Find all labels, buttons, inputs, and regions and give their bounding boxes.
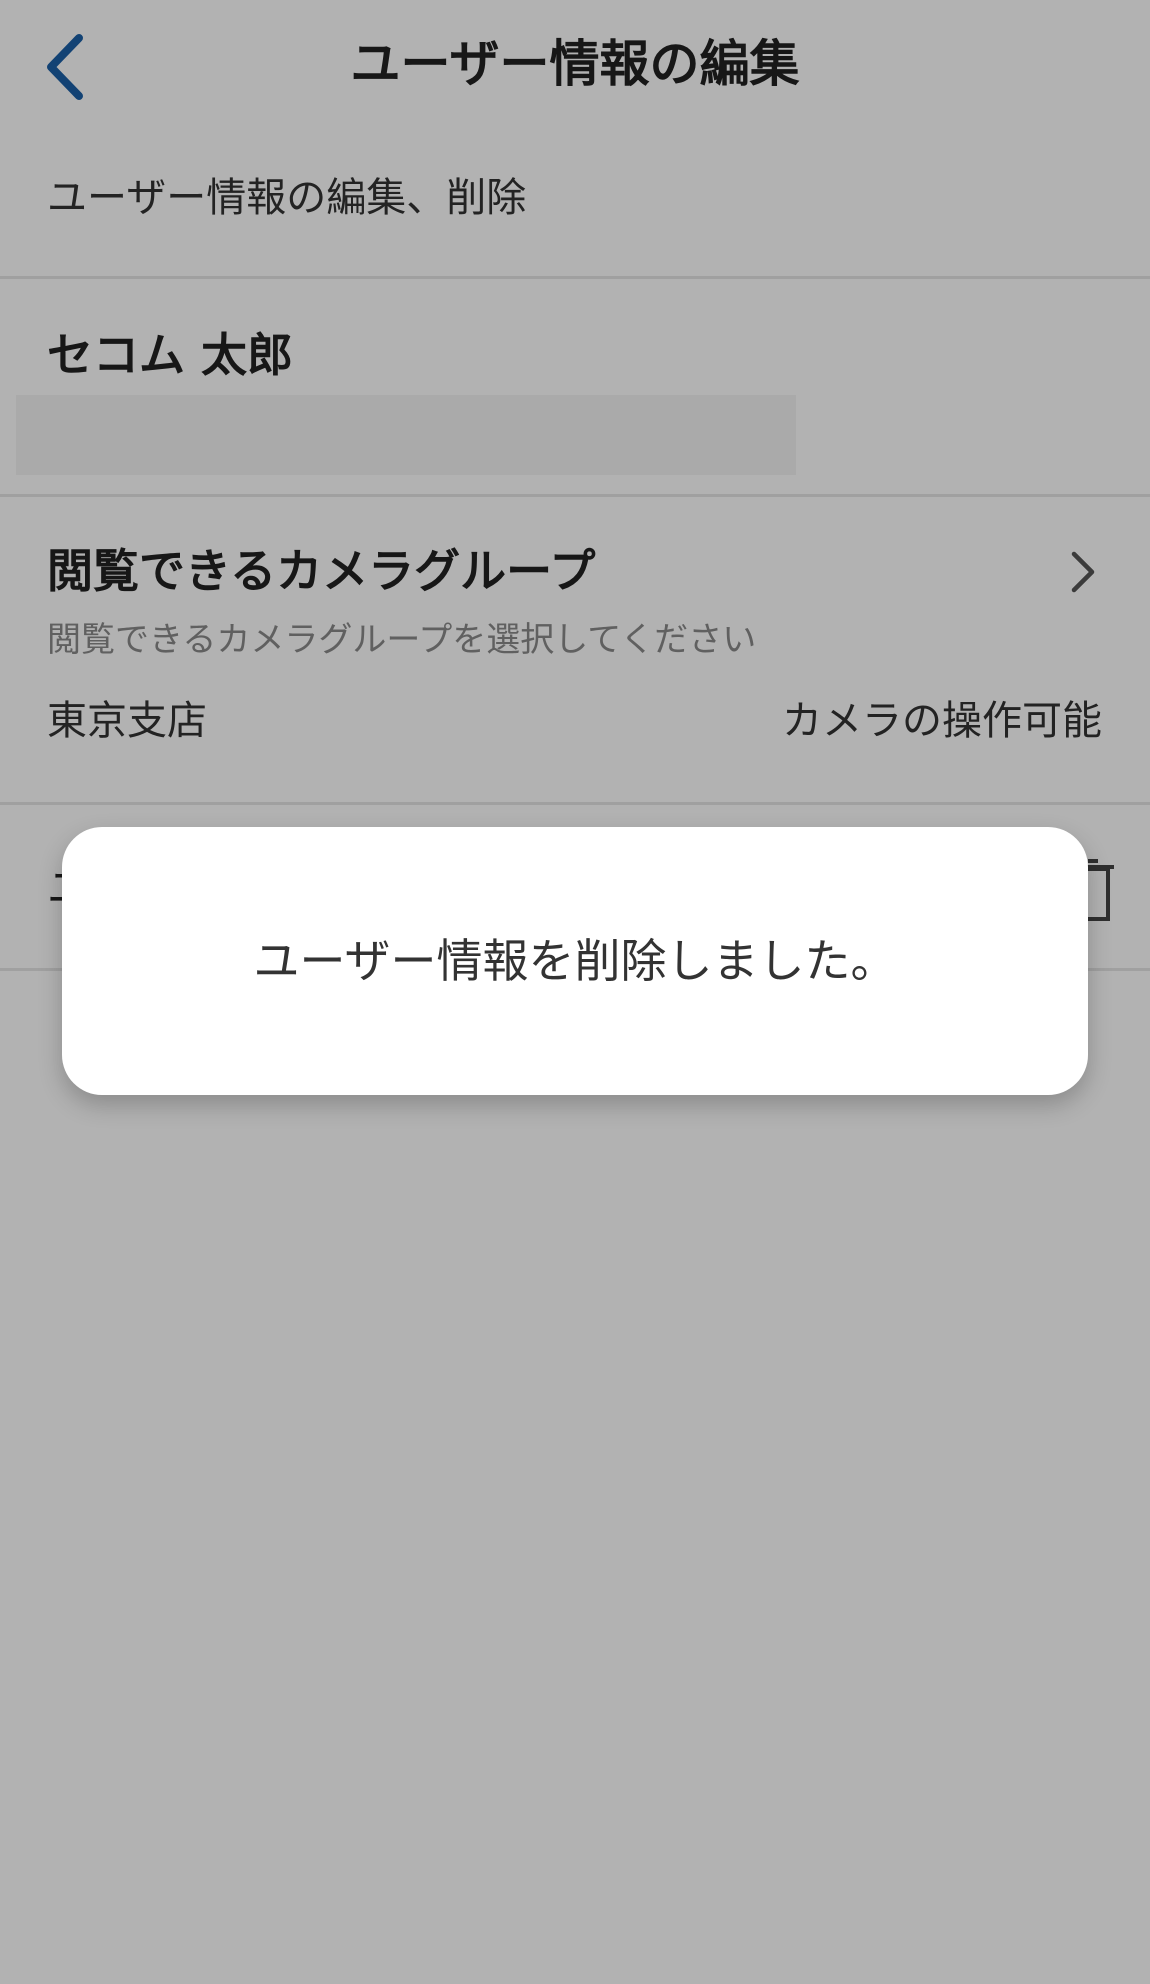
toast-dialog: ユーザー情報を削除しました。 [62,827,1088,1095]
toast-message: ユーザー情報を削除しました。 [253,934,897,988]
